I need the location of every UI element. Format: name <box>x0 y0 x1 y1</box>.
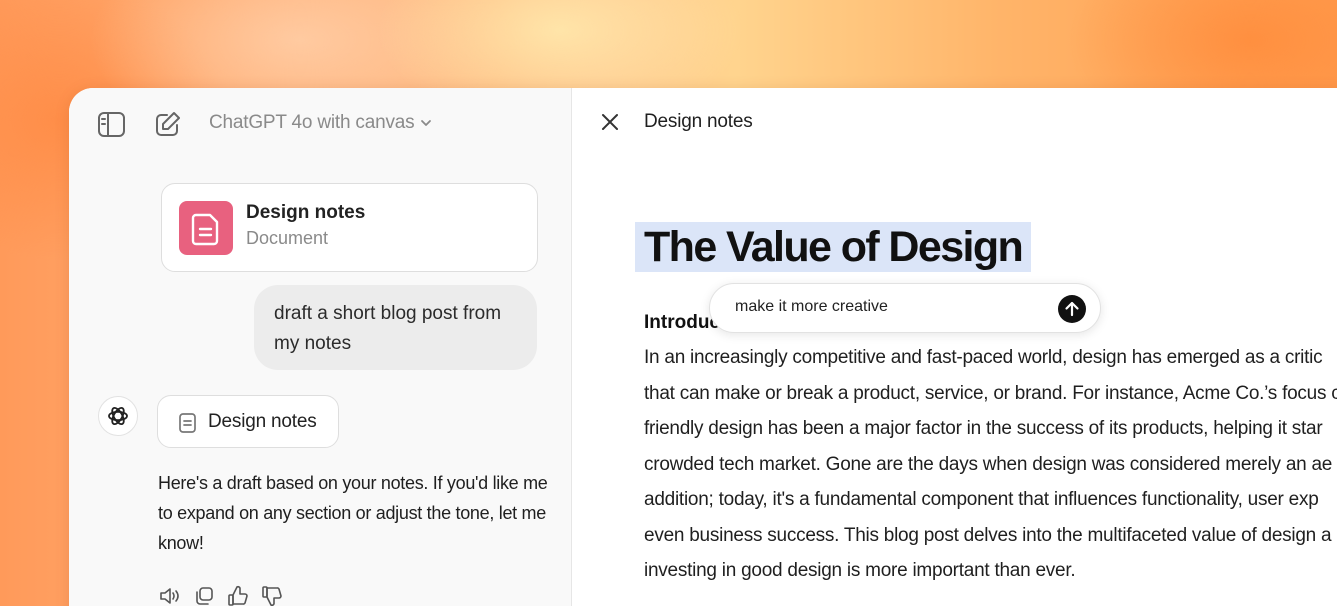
document-reference-label: Design notes <box>208 411 317 432</box>
body-line: In an increasingly competitive and fast-… <box>644 347 1323 368</box>
body-line: crowded tech market. Gone are the days w… <box>644 453 1333 475</box>
document-card-subtitle: Document <box>246 228 329 248</box>
document-card[interactable]: Design notes Document <box>161 183 538 272</box>
arrow-up-icon <box>1065 301 1079 317</box>
app-window: ChatGPT 4o with canvas Design notes Docu… <box>69 88 1337 606</box>
body-line: even business success. This blog post de… <box>644 524 1332 546</box>
edit-icon[interactable] <box>154 110 182 138</box>
thumbs-up-icon[interactable] <box>226 584 250 606</box>
body-line: investing in good design is more importa… <box>644 560 1076 581</box>
document-card-title: Design notes <box>246 202 366 223</box>
canvas-title: Design notes <box>644 111 753 132</box>
edit-prompt-input[interactable] <box>735 298 1045 316</box>
openai-logo-icon <box>108 407 128 425</box>
body-line: addition; today, it's a fundamental comp… <box>644 489 1319 510</box>
body-line: that can make or break a product, servic… <box>644 382 1337 404</box>
canvas-panel: Design notes The Value of Design Introdu… <box>572 88 1337 606</box>
send-button[interactable] <box>1058 295 1086 323</box>
document-reference[interactable]: Design notes <box>157 395 339 448</box>
document-heading[interactable]: The Value of Design <box>635 222 1032 272</box>
document-subheading[interactable]: Introduc <box>644 312 720 334</box>
body-line: friendly design has been a major factor … <box>644 418 1323 439</box>
document-icon <box>191 213 219 246</box>
copy-icon[interactable] <box>192 584 216 606</box>
user-message: draft a short blog post from my notes <box>254 285 537 370</box>
speaker-icon[interactable] <box>158 584 182 606</box>
document-icon <box>179 413 196 433</box>
document-thumbnail <box>179 201 233 255</box>
assistant-avatar <box>98 396 138 436</box>
model-selector[interactable]: ChatGPT 4o with canvas <box>209 112 432 134</box>
chat-panel: ChatGPT 4o with canvas Design notes Docu… <box>69 88 572 606</box>
document-body[interactable]: In an increasingly competitive and fast-… <box>644 340 1337 589</box>
chevron-down-icon <box>421 120 432 126</box>
model-label: ChatGPT 4o with canvas <box>209 112 415 133</box>
sidebar-toggle-icon[interactable] <box>97 111 127 139</box>
thumbs-down-icon[interactable] <box>260 584 284 606</box>
message-actions <box>158 584 284 606</box>
close-icon[interactable] <box>601 113 619 131</box>
assistant-message: Here's a draft based on your notes. If y… <box>158 473 548 553</box>
inline-edit-prompt <box>709 283 1101 333</box>
